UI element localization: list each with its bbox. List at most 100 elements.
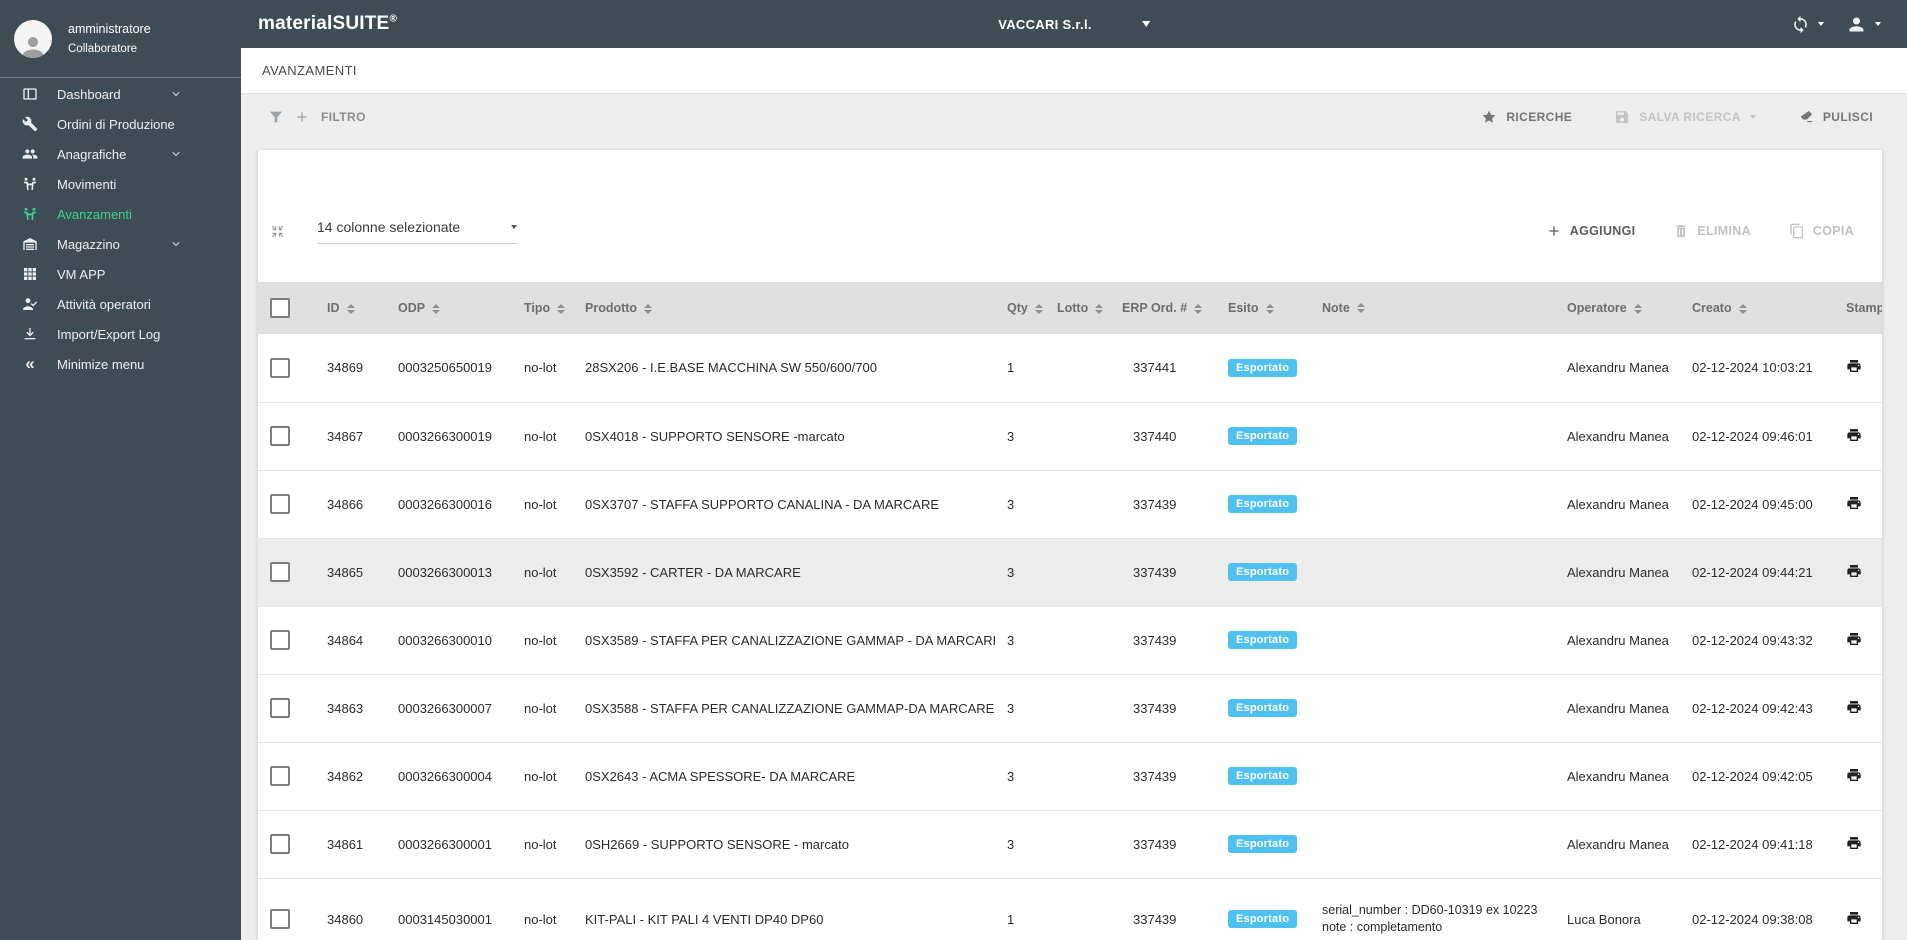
sidebar-item-minimize-menu[interactable]: « Minimize menu — [0, 349, 241, 379]
pulisci-button[interactable]: PULISCI — [1798, 109, 1873, 125]
table-row: 34866 0003266300016 no-lot 0SX3707 - STAFFA… — [258, 470, 1882, 538]
column-header-id[interactable]: ID — [315, 282, 390, 334]
print-icon[interactable] — [1846, 563, 1862, 579]
cell-lotto — [1048, 742, 1112, 810]
page-title: AVANZAMENTI — [262, 63, 357, 78]
cell-note — [1312, 606, 1555, 674]
column-header-qty[interactable]: Qty — [995, 282, 1048, 334]
cell-creato: 02-12-2024 09:41:18 — [1692, 836, 1813, 852]
cell-odp: 0003266300007 — [398, 700, 492, 716]
row-checkbox[interactable] — [270, 630, 290, 650]
user-menu-caret[interactable] — [1875, 22, 1881, 26]
sidebar-item-label: Anagrafiche — [57, 146, 127, 162]
company-selector[interactable]: VACCARI S.r.l. — [998, 17, 1150, 32]
cell-erp: 337440 — [1133, 428, 1177, 444]
row-checkbox[interactable] — [270, 426, 290, 446]
print-icon[interactable] — [1846, 427, 1862, 443]
elimina-button[interactable]: ELIMINA — [1673, 223, 1751, 239]
print-icon[interactable] — [1846, 358, 1862, 374]
table-header-row: ID ODP Tipo Prodotto Qty Lotto ERP Ord. # Esito… — [258, 282, 1882, 334]
copia-button[interactable]: COPIA — [1789, 223, 1854, 239]
column-header-prodotto[interactable]: Prodotto — [577, 282, 995, 334]
print-icon[interactable] — [1846, 631, 1862, 647]
cell-note — [1312, 470, 1555, 538]
row-checkbox[interactable] — [270, 909, 290, 929]
cell-lotto — [1048, 538, 1112, 606]
user-menu-icon[interactable] — [1846, 14, 1867, 35]
row-checkbox[interactable] — [270, 494, 290, 514]
column-header-label: Qty — [1007, 301, 1028, 315]
cell-lotto — [1048, 334, 1112, 402]
row-checkbox[interactable] — [270, 562, 290, 582]
column-header-erp-ord[interactable]: ERP Ord. # — [1112, 282, 1218, 334]
sidebar-item-label: Dashboard — [57, 86, 121, 102]
cell-creato: 02-12-2024 09:45:00 — [1692, 496, 1813, 512]
cell-qty: 3 — [1007, 836, 1015, 852]
column-header-odp[interactable]: ODP — [390, 282, 515, 334]
sort-icon — [557, 303, 566, 314]
breadcrumb: AVANZAMENTI — [241, 48, 1907, 94]
print-icon[interactable] — [1846, 767, 1862, 783]
salva-ricerca-button[interactable]: SALVA RICERCA — [1614, 109, 1756, 125]
compress-icon[interactable] — [270, 224, 285, 239]
sidebar-item-vm-app[interactable]: VM APP — [0, 259, 241, 289]
add-filter-icon[interactable] — [294, 109, 310, 125]
print-icon[interactable] — [1846, 699, 1862, 715]
cell-operatore: Alexandru Manea — [1567, 496, 1669, 512]
sidebar-item-attivit-operatori[interactable]: Attività operatori — [0, 289, 241, 319]
cell-tipo: no-lot — [524, 632, 557, 648]
print-icon[interactable] — [1846, 910, 1862, 926]
cell-note: serial_number : DD60-10319 ex 10223 note … — [1322, 903, 1538, 934]
row-checkbox[interactable] — [270, 357, 290, 378]
sort-icon — [346, 303, 355, 314]
plus-icon — [1549, 226, 1559, 236]
sync-icon[interactable] — [1791, 15, 1810, 34]
user-role: Collaboratore — [68, 43, 138, 55]
sidebar-item-movimenti[interactable]: Movimenti — [0, 169, 241, 199]
user-block[interactable]: amministratore Collaboratore — [0, 0, 241, 78]
print-icon[interactable] — [1846, 495, 1862, 511]
cell-stampa — [1835, 402, 1882, 470]
cell-qty: 3 — [1007, 428, 1015, 444]
users-icon — [22, 146, 38, 162]
cell-creato: 02-12-2024 09:43:32 — [1692, 632, 1813, 648]
ricerche-button[interactable]: RICERCHE — [1481, 109, 1572, 125]
sidebar-item-ordini-di-produzione[interactable]: Ordini di Produzione — [0, 109, 241, 139]
grid-icon — [22, 266, 38, 282]
cell-id: 34867 — [327, 428, 364, 444]
row-checkbox[interactable] — [270, 834, 290, 854]
columns-select[interactable]: 14 colonne selezionate — [317, 219, 517, 244]
cell-esito: Esportato — [1218, 606, 1312, 674]
sort-icon — [1738, 303, 1747, 314]
sidebar-item-avanzamenti[interactable]: Avanzamenti — [0, 199, 241, 229]
sidebar-item-import-export-log[interactable]: Import/Export Log — [0, 319, 241, 349]
column-header-label: Lotto — [1057, 301, 1089, 315]
sidebar-item-magazzino[interactable]: Magazzino — [0, 229, 241, 259]
column-header-label: ID — [327, 301, 340, 315]
column-header-label: Stampa — [1846, 301, 1882, 315]
cell-odp: 0003266300010 — [398, 632, 492, 648]
select-all-checkbox[interactable] — [270, 298, 290, 318]
cell-id: 34862 — [327, 768, 364, 784]
row-checkbox[interactable] — [270, 698, 290, 718]
column-header-operatore[interactable]: Operatore — [1555, 282, 1684, 334]
top-bar: materialSUITE® VACCARI S.r.l. — [241, 0, 1907, 48]
column-header-tipo[interactable]: Tipo — [515, 282, 577, 334]
column-header-lotto[interactable]: Lotto — [1048, 282, 1112, 334]
aggiungi-button[interactable]: AGGIUNGI — [1546, 223, 1636, 239]
cell-prodotto: 0SX3588 - STAFFA PER CANALIZZAZIONE GAMM… — [585, 700, 995, 716]
column-header-creato[interactable]: Creato — [1684, 282, 1835, 334]
sort-icon — [1356, 303, 1365, 314]
column-header-esito[interactable]: Esito — [1218, 282, 1312, 334]
sidebar-item-dashboard[interactable]: Dashboard — [0, 79, 241, 109]
row-checkbox[interactable] — [270, 766, 290, 786]
cell-qty: 3 — [1007, 632, 1015, 648]
cell-id: 34869 — [327, 360, 364, 376]
sidebar-item-anagrafiche[interactable]: Anagrafiche — [0, 139, 241, 169]
cell-operatore: Alexandru Manea — [1567, 564, 1669, 580]
filtro-label[interactable]: FILTRO — [321, 110, 366, 124]
sync-menu-caret[interactable] — [1818, 22, 1824, 26]
column-header-note[interactable]: Note — [1312, 282, 1555, 334]
print-icon[interactable] — [1846, 835, 1862, 851]
cell-esito: Esportato — [1218, 334, 1312, 402]
